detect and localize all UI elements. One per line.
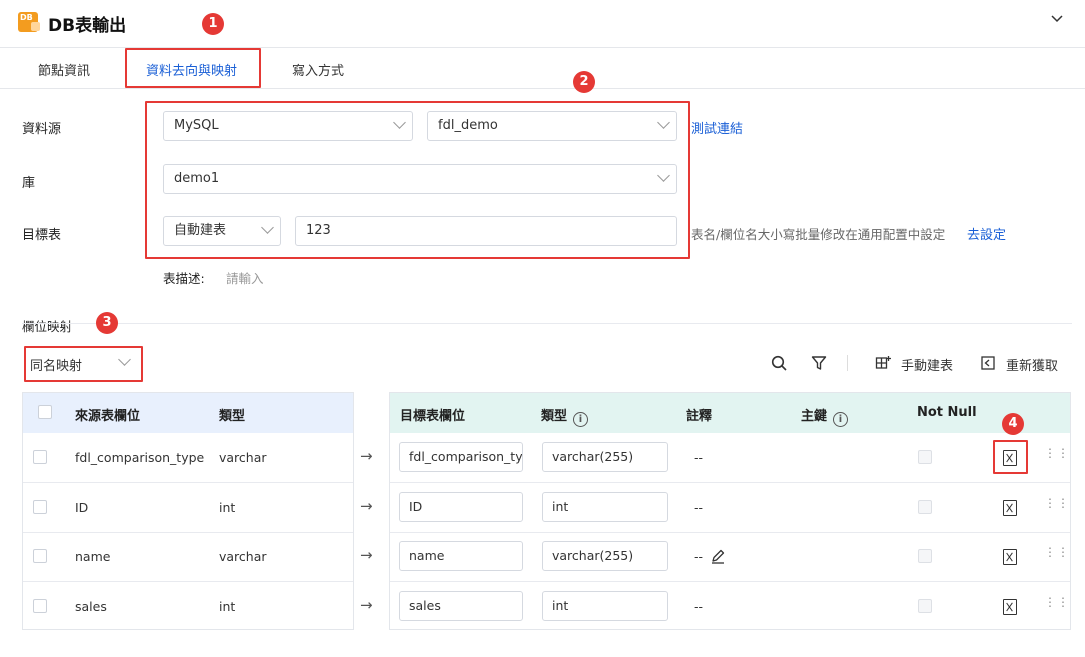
database-label: 庫 xyxy=(22,176,36,191)
row-checkbox[interactable] xyxy=(33,599,47,613)
delete-row-icon[interactable] xyxy=(1003,500,1017,516)
arrow-right-icon: → xyxy=(360,596,373,614)
drag-handle-icon[interactable]: ⋮⋮ xyxy=(1044,497,1070,509)
tab-node-info[interactable]: 節點資訊 xyxy=(38,60,90,79)
manual-create-table-button[interactable]: 手動建表 xyxy=(901,355,953,374)
arrow-right-icon: → xyxy=(360,447,373,465)
page-title: DB表輸出 xyxy=(48,16,127,36)
filter-icon[interactable] xyxy=(811,355,827,375)
primary-key-header: 主鍵 i xyxy=(801,405,849,427)
arrow-right-icon: → xyxy=(360,497,373,515)
source-field-type: varchar xyxy=(219,549,267,564)
search-icon[interactable] xyxy=(771,355,787,375)
info-icon: i xyxy=(833,412,849,427)
target-type-input[interactable]: varchar(255) xyxy=(542,442,668,472)
row-checkbox[interactable] xyxy=(33,500,47,514)
table-description-label: 表描述: xyxy=(163,271,205,286)
source-table-header xyxy=(23,393,353,433)
not-null-header: Not Null xyxy=(917,405,977,420)
test-connection-link[interactable]: 測試連結 xyxy=(691,118,743,137)
not-null-checkbox[interactable] xyxy=(918,450,932,464)
row-checkbox[interactable] xyxy=(33,450,47,464)
refresh-icon xyxy=(980,355,996,375)
target-field-input[interactable]: ID xyxy=(399,492,523,522)
datasource-label: 資料源 xyxy=(22,122,62,137)
case-config-hint: 表名/欄位名大小寫批量修改在通用配置中設定 xyxy=(691,227,946,242)
db-output-icon: DB xyxy=(18,12,40,32)
target-type-input[interactable]: varchar(255) xyxy=(542,541,668,571)
source-field-header: 來源表欄位 xyxy=(75,409,141,424)
row-divider xyxy=(23,532,353,533)
target-field-input[interactable]: fdl_comparison_ty xyxy=(399,442,523,472)
target-table-label: 目標表 xyxy=(22,228,62,243)
comment-header: 註釋 xyxy=(686,409,713,424)
select-all-checkbox[interactable] xyxy=(38,405,52,419)
target-field-input[interactable]: name xyxy=(399,541,523,571)
target-type-header: 類型 i xyxy=(541,405,589,427)
comment-value: -- xyxy=(694,450,704,465)
comment-value: -- xyxy=(694,500,704,515)
field-mapping-title: 欄位映射 xyxy=(22,319,73,334)
refresh-button[interactable]: 重新獲取 xyxy=(1006,355,1058,374)
comment-value: -- xyxy=(694,599,704,614)
annotation-badge-2: 2 xyxy=(573,71,595,93)
table-description-input[interactable]: 請輸入 xyxy=(226,268,264,287)
comment-value: -- xyxy=(694,549,704,564)
annotation-box-2 xyxy=(145,101,690,259)
manual-create-table-icon xyxy=(875,355,891,375)
annotation-badge-4: 4 xyxy=(1002,413,1024,435)
target-field-input[interactable]: sales xyxy=(399,591,523,621)
chevron-down-icon[interactable] xyxy=(1050,10,1064,29)
source-field-type: varchar xyxy=(219,450,267,465)
delete-row-icon[interactable] xyxy=(1003,599,1017,615)
toolbar-divider xyxy=(847,355,848,371)
annotation-box-1 xyxy=(125,48,261,88)
annotation-badge-1: 1 xyxy=(202,13,224,35)
drag-handle-icon[interactable]: ⋮⋮ xyxy=(1044,596,1070,608)
row-divider xyxy=(23,581,353,582)
row-divider xyxy=(390,482,1070,483)
source-field-name: ID xyxy=(75,500,89,515)
source-type-header: 類型 xyxy=(219,409,246,424)
row-divider xyxy=(390,532,1070,533)
row-divider xyxy=(23,482,353,483)
not-null-checkbox[interactable] xyxy=(918,549,932,563)
target-field-header: 目標表欄位 xyxy=(400,409,466,424)
source-field-name: fdl_comparison_type xyxy=(75,450,205,465)
annotation-box-3 xyxy=(24,346,143,382)
not-null-checkbox[interactable] xyxy=(918,500,932,514)
section-divider xyxy=(22,323,1072,324)
edit-pencil-icon[interactable] xyxy=(710,548,726,568)
delete-row-icon[interactable] xyxy=(1003,549,1017,565)
source-field-type: int xyxy=(219,599,236,614)
source-field-name: name xyxy=(75,549,111,564)
source-field-name: sales xyxy=(75,599,107,614)
arrow-right-icon: → xyxy=(360,546,373,564)
tab-write-method[interactable]: 寫入方式 xyxy=(292,60,344,79)
drag-handle-icon[interactable]: ⋮⋮ xyxy=(1044,447,1070,459)
go-to-settings-link[interactable]: 去設定 xyxy=(967,224,1006,243)
panel-header xyxy=(0,0,1085,48)
annotation-box-4 xyxy=(993,440,1028,474)
not-null-checkbox[interactable] xyxy=(918,599,932,613)
row-checkbox[interactable] xyxy=(33,549,47,563)
source-field-type: int xyxy=(219,500,236,515)
row-divider xyxy=(390,581,1070,582)
drag-handle-icon[interactable]: ⋮⋮ xyxy=(1044,546,1070,558)
info-icon: i xyxy=(573,412,589,427)
target-type-input[interactable]: int xyxy=(542,591,668,621)
target-type-input[interactable]: int xyxy=(542,492,668,522)
annotation-badge-3: 3 xyxy=(96,312,118,334)
